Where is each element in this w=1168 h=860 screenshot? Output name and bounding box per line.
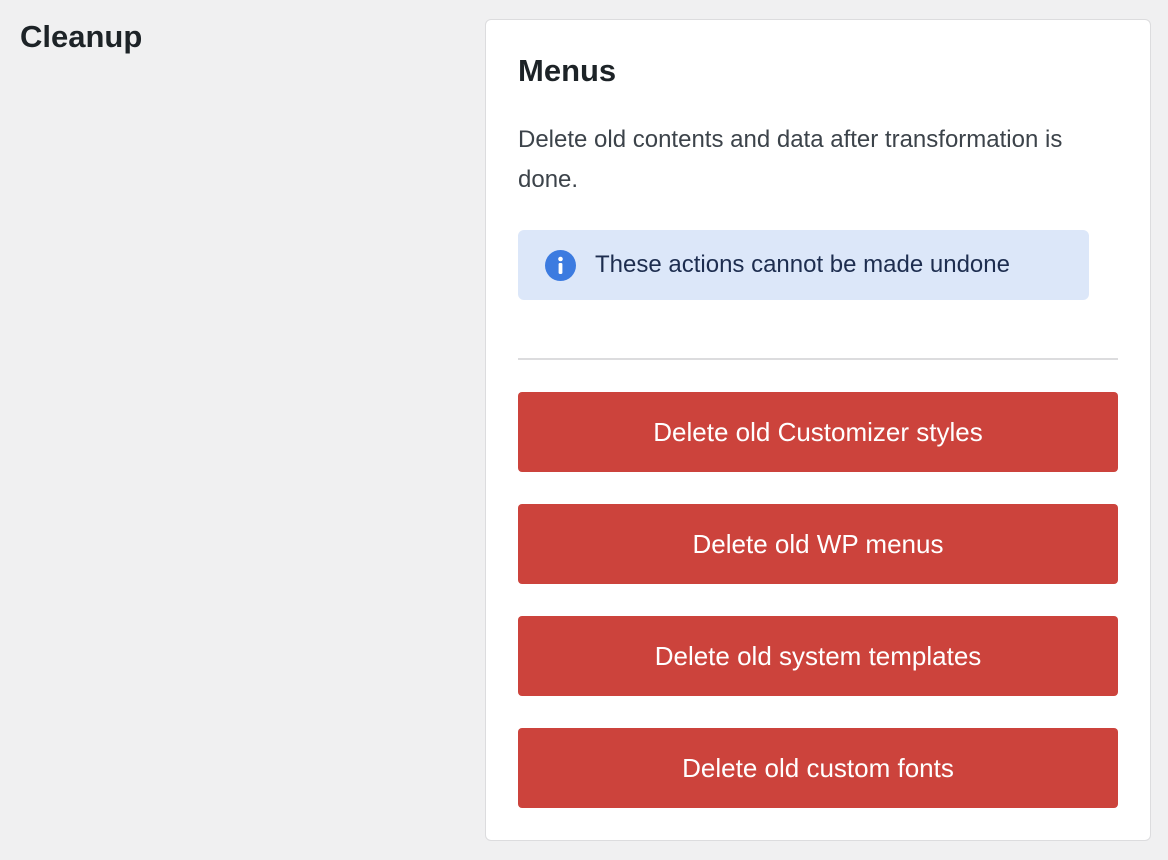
info-icon (545, 249, 576, 281)
cleanup-card: Menus Delete old contents and data after… (485, 19, 1151, 841)
delete-custom-fonts-button[interactable]: Delete old custom fonts (518, 728, 1118, 808)
section-title: Cleanup (20, 19, 143, 54)
delete-customizer-styles-button[interactable]: Delete old Customizer styles (518, 392, 1118, 472)
delete-wp-menus-button[interactable]: Delete old WP menus (518, 504, 1118, 584)
divider (518, 358, 1118, 360)
card-description: Delete old contents and data after trans… (518, 126, 1063, 193)
card-title: Menus (518, 53, 617, 88)
warning-notice: These actions cannot be made undone (518, 230, 1089, 300)
delete-system-templates-button[interactable]: Delete old system templates (518, 616, 1118, 696)
notice-text: These actions cannot be made undone (595, 251, 1010, 278)
